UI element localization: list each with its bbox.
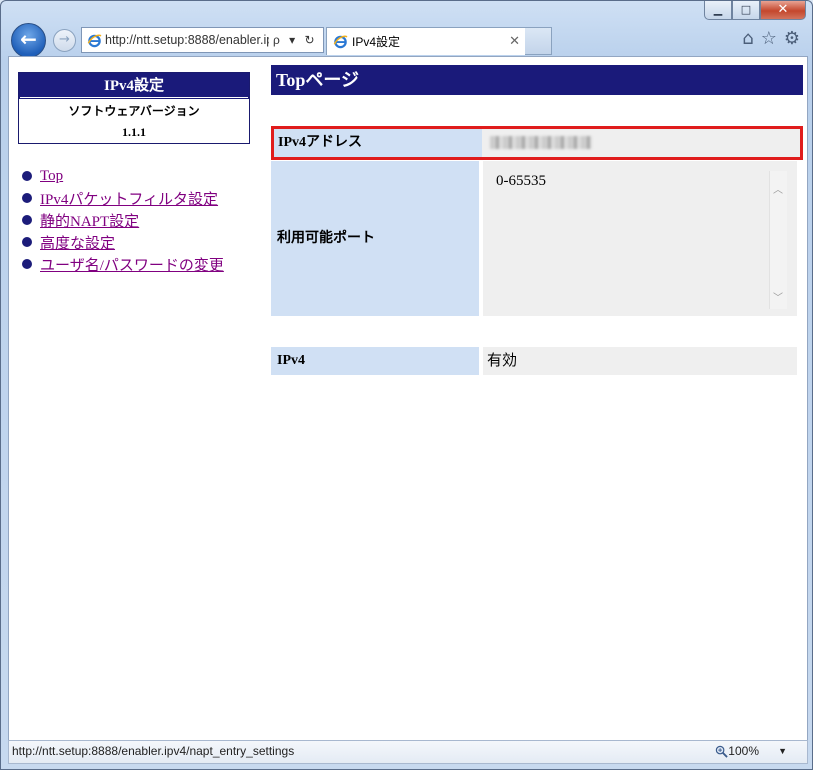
nav-item-static-napt: 静的NAPT設定: [22, 209, 224, 231]
ipv4-address-redacted: [490, 136, 592, 149]
forward-button[interactable]: →: [53, 29, 76, 52]
sidebar-nav: Top IPv4パケットフィルタ設定 静的NAPT設定 高度な設定 ユーザ名/パ…: [22, 165, 224, 275]
bullet-icon: [22, 215, 32, 225]
nav-link-static-napt[interactable]: 静的NAPT設定: [40, 210, 139, 231]
tab-ipv4-settings[interactable]: IPv4設定 ✕: [326, 27, 527, 55]
port-cell: 0-65535 ︿ ﹀: [483, 161, 797, 316]
ipv4-label: IPv4: [271, 347, 479, 375]
tab-title: IPv4設定: [352, 35, 401, 49]
status-bar: http://ntt.setup:8888/enabler.ipv4/napt_…: [8, 740, 808, 764]
page-title: Topページ: [271, 65, 803, 95]
caption-buttons: ▁ □ ✕: [704, 1, 806, 21]
zoom-dropdown-icon[interactable]: ▼: [778, 741, 787, 762]
address-url[interactable]: http://ntt.setup:8888/enabler.ipv4/: [105, 33, 269, 47]
bullet-icon: [22, 237, 32, 247]
nav-link-advanced[interactable]: 高度な設定: [40, 232, 115, 253]
bullet-icon: [22, 193, 32, 203]
software-version: 1.1.1: [122, 125, 146, 139]
new-tab-button[interactable]: [525, 27, 552, 55]
zoom-control[interactable]: 100%: [715, 741, 759, 762]
address-tools[interactable]: ρ ▾ ↻: [273, 33, 318, 47]
nav-link-top[interactable]: Top: [40, 168, 63, 185]
port-textarea[interactable]: 0-65535 ︿ ﹀: [491, 171, 787, 309]
nav-item-top: Top: [22, 165, 224, 187]
ie-page-icon: [86, 32, 102, 48]
page-content: IPv4設定 ソフトウェアバージョン 1.1.1 Top IPv4パケットフィル…: [8, 56, 808, 741]
favorites-icon[interactable]: ☆: [761, 30, 777, 48]
nav-link-password[interactable]: ユーザ名/パスワードの変更: [40, 254, 224, 275]
close-window-button[interactable]: ✕: [760, 1, 806, 20]
nav-link-packet-filter[interactable]: IPv4パケットフィルタ設定: [40, 188, 218, 209]
gear-icon[interactable]: ⚙: [784, 30, 800, 48]
scroll-down-icon[interactable]: ﹀: [773, 289, 783, 304]
bullet-icon: [22, 259, 32, 269]
nav-item-packet-filter: IPv4パケットフィルタ設定: [22, 187, 224, 209]
nav-item-advanced: 高度な設定: [22, 231, 224, 253]
port-scrollbar[interactable]: ︿ ﹀: [769, 171, 787, 309]
home-icon[interactable]: ⌂: [742, 30, 753, 48]
back-button[interactable]: ←: [11, 23, 46, 58]
address-bar[interactable]: http://ntt.setup:8888/enabler.ipv4/ ρ ▾ …: [81, 27, 324, 53]
browser-toolbar: ⌂ ☆ ⚙: [742, 30, 800, 48]
port-value: 0-65535: [496, 173, 546, 189]
zoom-icon: [716, 745, 729, 758]
ipv4-status: 有効: [483, 347, 797, 375]
scroll-up-icon[interactable]: ︿: [773, 181, 783, 196]
ipv4-address-label: IPv4アドレス: [274, 129, 482, 157]
maximize-button[interactable]: □: [732, 1, 760, 20]
zoom-level: 100%: [728, 744, 759, 758]
software-version-label: ソフトウェアバージョン: [68, 104, 200, 118]
ie-tab-icon: [333, 34, 348, 49]
sidebar-info-box: IPv4設定 ソフトウェアバージョン 1.1.1: [18, 72, 250, 144]
nav-item-password: ユーザ名/パスワードの変更: [22, 253, 224, 275]
sidebar-title: IPv4設定: [19, 73, 249, 99]
ipv4-address-row: IPv4アドレス: [271, 126, 803, 160]
minimize-button[interactable]: ▁: [704, 1, 732, 20]
browser-window: ▁ □ ✕ ← → http://ntt.setup:8888/enabler.…: [0, 0, 813, 770]
bullet-icon: [22, 171, 32, 181]
tab-close-icon[interactable]: ✕: [509, 33, 520, 49]
status-url: http://ntt.setup:8888/enabler.ipv4/napt_…: [12, 744, 295, 758]
port-label: 利用可能ポート: [271, 161, 479, 316]
